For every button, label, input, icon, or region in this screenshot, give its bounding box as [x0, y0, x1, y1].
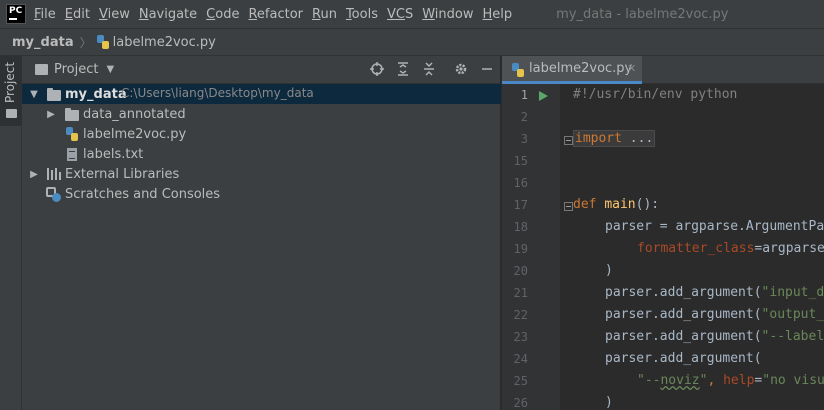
menu-help[interactable]: Help — [483, 7, 513, 22]
collapse-all-icon[interactable] — [421, 62, 437, 78]
menu-vcs[interactable]: VCS — [387, 7, 413, 22]
code-line-24[interactable]: parser.add_argument( — [605, 351, 762, 366]
code-line-17[interactable]: def main(): — [573, 197, 659, 212]
breadcrumb: my_data 〉 labelme2voc.py — [0, 28, 824, 56]
tree-item-external-libraries[interactable]: ▶ External Libraries — [22, 164, 501, 184]
editor-tab-bar: labelme2voc.py ✕ — [502, 56, 824, 84]
tree-root-path: C:\Users\liang\Desktop\my_data — [121, 86, 314, 100]
code-line-19[interactable]: formatter_class=argparse — [637, 241, 824, 256]
chevron-right-icon[interactable]: ▶ — [46, 109, 56, 120]
breadcrumb-separator: 〉 — [79, 35, 92, 50]
tab-labelme2voc[interactable]: labelme2voc.py ✕ — [502, 56, 642, 84]
folder-icon — [65, 108, 79, 121]
minimize-icon[interactable] — [479, 62, 495, 78]
gear-icon[interactable] — [453, 62, 469, 78]
chevron-down-icon[interactable]: ▼ — [106, 64, 114, 75]
tree-item-scratches[interactable]: Scratches and Consoles — [22, 184, 501, 204]
tree-item-label: Scratches and Consoles — [65, 186, 221, 202]
line-number: 3 — [520, 132, 528, 146]
project-tool-label: Project — [3, 61, 17, 103]
menu-file[interactable]: File — [34, 7, 56, 22]
project-panel-header: Project ▼ — [22, 56, 500, 84]
tree-item-label: labelme2voc.py — [83, 126, 187, 142]
scratches-icon — [46, 187, 61, 202]
line-number: 15 — [513, 154, 528, 168]
project-tool-tab[interactable]: Project — [0, 56, 22, 126]
chevron-down-icon[interactable]: ▼ — [29, 89, 39, 100]
tree-item-py-file[interactable]: labelme2voc.py — [22, 124, 501, 144]
line-number: 17 — [513, 198, 528, 212]
tree-item-folder[interactable]: ▶ data_annotated — [22, 104, 501, 124]
tree-item-root[interactable]: ▼ my_data C:\Users\liang\Desktop\my_data — [22, 84, 501, 104]
menu-navigate[interactable]: Navigate — [139, 7, 197, 22]
run-icon[interactable] — [539, 91, 548, 101]
line-number: 20 — [513, 264, 528, 278]
chevron-right-icon[interactable]: ▶ — [29, 169, 39, 180]
line-number: 19 — [513, 242, 528, 256]
code-line-25[interactable]: "--noviz", help="no visu — [637, 373, 824, 388]
left-tool-stripe: Project — [0, 56, 22, 410]
line-number: 25 — [513, 374, 528, 388]
tree-item-label: data_annotated — [83, 106, 186, 122]
menu-code[interactable]: Code — [206, 7, 239, 22]
folder-icon — [35, 64, 48, 75]
code-line-20[interactable]: ) — [605, 263, 613, 278]
close-icon[interactable]: ✕ — [627, 62, 636, 75]
menu-bar: PC File Edit View Navigate Code Refactor… — [0, 0, 824, 28]
menu-refactor[interactable]: Refactor — [248, 7, 303, 22]
python-file-icon — [512, 63, 524, 77]
python-file-icon — [66, 127, 78, 141]
code-line-26[interactable]: ) — [605, 395, 613, 410]
project-panel: Project ▼ ▼ my_data C:\Users\liang\Deskt… — [22, 56, 501, 410]
folder-icon — [47, 88, 61, 101]
code-line-22[interactable]: parser.add_argument("output_ — [605, 307, 824, 322]
menu-edit[interactable]: Edit — [65, 7, 90, 22]
menu-run[interactable]: Run — [312, 7, 337, 22]
code-line-18[interactable]: parser = argparse.ArgumentPa — [605, 219, 824, 234]
line-number: 22 — [513, 308, 528, 322]
line-number: 21 — [513, 286, 528, 300]
menu-window[interactable]: Window — [422, 7, 473, 22]
line-number: 23 — [513, 330, 528, 344]
code-editor: labelme2voc.py ✕ 1 2 3 15 16 17 18 19 20… — [502, 56, 824, 410]
expand-all-icon[interactable] — [395, 62, 411, 78]
breadcrumb-project[interactable]: my_data — [12, 35, 74, 50]
menu-tools[interactable]: Tools — [346, 7, 378, 22]
tab-label: labelme2voc.py — [529, 61, 633, 76]
window-title: my_data - labelme2voc.py — [556, 6, 729, 22]
fold-icon[interactable] — [564, 136, 573, 145]
line-number: 2 — [520, 110, 528, 124]
menu-view[interactable]: View — [99, 7, 130, 22]
folder-icon — [6, 109, 17, 118]
line-number: 26 — [513, 396, 528, 410]
line-number: 18 — [513, 220, 528, 234]
tree-item-label: External Libraries — [65, 166, 180, 182]
tree-item-txt-file[interactable]: labels.txt — [22, 144, 501, 164]
tree-item-label: labels.txt — [83, 146, 144, 162]
project-panel-title[interactable]: Project — [54, 62, 98, 77]
pycharm-logo-icon: PC — [6, 4, 26, 24]
code-line-23[interactable]: parser.add_argument("--label — [605, 329, 824, 344]
line-number: 24 — [513, 352, 528, 366]
editor-gutter: 1 2 3 15 16 17 18 19 20 21 22 23 24 25 2… — [502, 84, 560, 410]
text-file-icon — [67, 148, 77, 161]
fold-icon[interactable] — [564, 202, 573, 211]
python-file-icon — [96, 35, 109, 49]
line-number: 16 — [513, 176, 528, 190]
line-number: 1 — [520, 88, 528, 102]
tree-root-name: my_data — [65, 86, 127, 102]
library-icon — [47, 168, 61, 180]
locate-icon[interactable] — [369, 62, 385, 78]
breadcrumb-file[interactable]: labelme2voc.py — [113, 35, 216, 50]
code-line-3[interactable]: import ... — [573, 130, 656, 147]
logo-text: PC — [9, 6, 23, 16]
code-line-1[interactable]: #!/usr/bin/env python — [573, 87, 737, 102]
code-line-21[interactable]: parser.add_argument("input_d — [605, 285, 824, 300]
